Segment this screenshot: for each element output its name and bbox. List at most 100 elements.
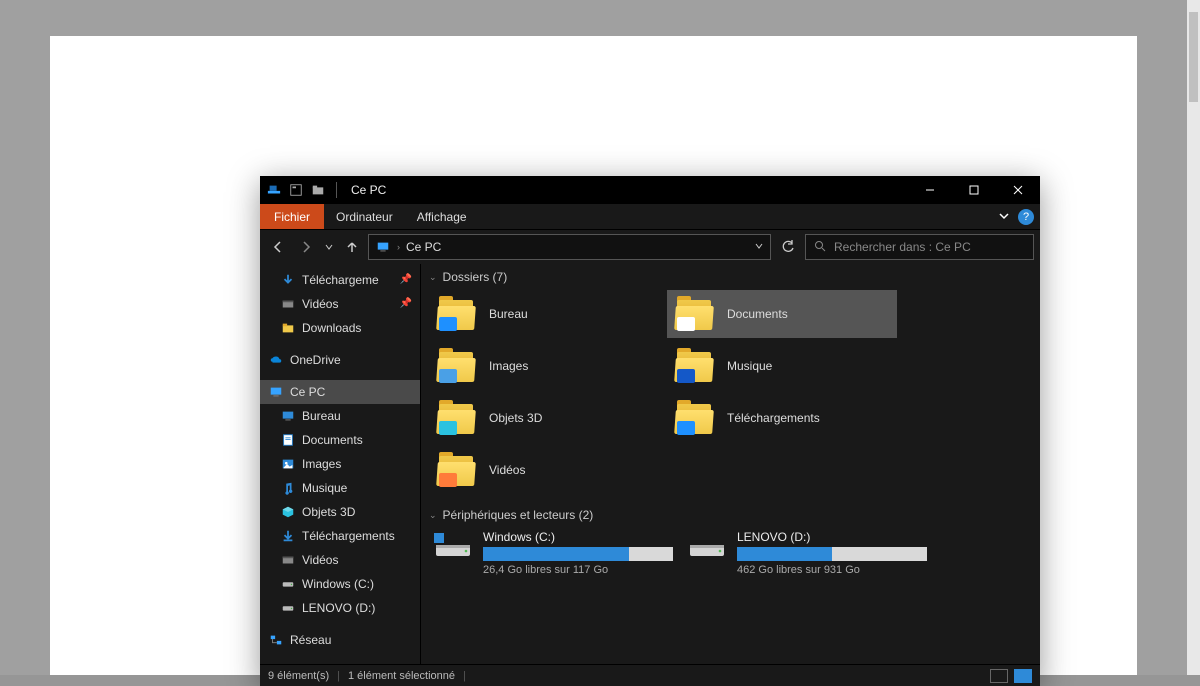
sidebar-item-downloads-quick[interactable]: Téléchargeme 📌 [260, 268, 420, 292]
separator [336, 182, 337, 198]
maximize-button[interactable] [952, 176, 996, 204]
onedrive-icon [268, 352, 284, 368]
ribbon-collapse-icon[interactable] [998, 210, 1010, 225]
pin-icon: 📌 [400, 271, 412, 289]
objects3d-icon [280, 504, 296, 520]
scrollbar-thumb[interactable] [1189, 12, 1198, 102]
file-explorer-window: Ce PC Fichier Ordinateur Affichage ? [260, 176, 1040, 686]
address-bar[interactable]: › Ce PC [368, 234, 771, 260]
qat-newfolder-icon[interactable] [310, 182, 326, 198]
sidebar-item[interactable]: LENOVO (D:) [260, 596, 420, 620]
folder-item[interactable]: Bureau [429, 290, 659, 338]
drive-usage-bar [737, 547, 927, 561]
pc-icon [375, 239, 391, 255]
folder-label: Objets 3D [489, 411, 542, 425]
ribbon-tab-view[interactable]: Affichage [405, 204, 479, 229]
sidebar-item-label: OneDrive [290, 351, 341, 369]
chevron-down-icon[interactable] [754, 240, 764, 254]
help-icon[interactable]: ? [1018, 209, 1034, 225]
title-bar[interactable]: Ce PC [260, 176, 1040, 204]
search-box[interactable]: Rechercher dans : Ce PC [805, 234, 1034, 260]
address-text: Ce PC [406, 240, 748, 254]
drive-name: LENOVO (D:) [737, 530, 927, 544]
outer-scrollbar[interactable] [1187, 0, 1200, 675]
sidebar-item[interactable]: Vidéos [260, 548, 420, 572]
navigation-pane[interactable]: Téléchargeme 📌 Vidéos 📌 Downloads [260, 264, 420, 664]
chevron-down-icon: ⌄ [429, 510, 437, 521]
sidebar-item[interactable]: Windows (C:) [260, 572, 420, 596]
drive-item[interactable]: LENOVO (D:)462 Go libres sur 931 Go [687, 530, 917, 576]
drive-name: Windows (C:) [483, 530, 673, 544]
sidebar-item[interactable]: Téléchargements [260, 524, 420, 548]
sidebar-item-network[interactable]: Réseau [260, 628, 420, 652]
folder-label: Documents [727, 307, 788, 321]
folder-icon [673, 294, 717, 334]
sidebar-item-label: Vidéos [302, 295, 338, 313]
group-header-label: Dossiers (7) [443, 270, 508, 284]
qat-properties-icon[interactable] [288, 182, 304, 198]
sidebar-item[interactable]: Documents [260, 428, 420, 452]
group-header-label: Périphériques et lecteurs (2) [443, 508, 594, 522]
close-button[interactable] [996, 176, 1040, 204]
documents-icon [280, 432, 296, 448]
sidebar-item-label: Bureau [302, 407, 341, 425]
network-icon [268, 632, 284, 648]
folder-icon [280, 320, 296, 336]
sidebar-item[interactable]: Bureau [260, 404, 420, 428]
download-icon [280, 272, 296, 288]
status-bar: 9 élément(s) | 1 élément sélectionné | [260, 664, 1040, 686]
drive-icon [280, 600, 296, 616]
sidebar-item-label: Documents [302, 431, 363, 449]
folder-item[interactable]: Vidéos [429, 446, 659, 494]
nav-up-button[interactable] [340, 233, 364, 261]
folder-item[interactable]: Musique [667, 342, 897, 390]
group-header-folders[interactable]: ⌄ Dossiers (7) [421, 264, 1040, 288]
folder-item[interactable]: Téléchargements [667, 394, 897, 442]
drive-icon [280, 576, 296, 592]
nav-forward-button[interactable] [294, 233, 318, 261]
ribbon-tab-file[interactable]: Fichier [260, 204, 324, 229]
group-header-drives[interactable]: ⌄ Périphériques et lecteurs (2) [421, 502, 1040, 526]
sidebar-item[interactable]: Images [260, 452, 420, 476]
sidebar-item-onedrive[interactable]: OneDrive [260, 348, 420, 372]
drive-free-text: 462 Go libres sur 931 Go [737, 564, 927, 576]
sidebar-item[interactable]: Musique [260, 476, 420, 500]
nav-history-button[interactable] [322, 233, 336, 261]
folder-icon [673, 398, 717, 438]
download-icon [280, 528, 296, 544]
folder-label: Images [489, 359, 528, 373]
sidebar-item-downloads-folder[interactable]: Downloads [260, 316, 420, 340]
drive-item[interactable]: Windows (C:)26,4 Go libres sur 117 Go [433, 530, 663, 576]
folder-label: Musique [727, 359, 772, 373]
view-details-button[interactable] [990, 669, 1008, 683]
refresh-button[interactable] [775, 234, 801, 260]
search-placeholder: Rechercher dans : Ce PC [834, 240, 971, 254]
folder-item[interactable]: Documents [667, 290, 897, 338]
paper-sheet: Ce PC Fichier Ordinateur Affichage ? [50, 36, 1137, 675]
ribbon-bar: Fichier Ordinateur Affichage ? [260, 204, 1040, 230]
nav-back-button[interactable] [266, 233, 290, 261]
folder-item[interactable]: Objets 3D [429, 394, 659, 442]
chevron-down-icon: ⌄ [429, 272, 437, 283]
sidebar-item[interactable]: Objets 3D [260, 500, 420, 524]
chevron-right-icon: › [397, 242, 400, 252]
view-tiles-button[interactable] [1014, 669, 1032, 683]
sidebar-item-thispc[interactable]: Ce PC [260, 380, 420, 404]
folder-item[interactable]: Images [429, 342, 659, 390]
minimize-button[interactable] [908, 176, 952, 204]
pin-icon: 📌 [400, 295, 412, 313]
ribbon-tab-computer[interactable]: Ordinateur [324, 204, 405, 229]
drive-usage-bar [483, 547, 673, 561]
sidebar-item-label: LENOVO (D:) [302, 599, 375, 617]
folder-icon [673, 346, 717, 386]
explorer-app-icon [266, 182, 282, 198]
sidebar-item-videos-quick[interactable]: Vidéos 📌 [260, 292, 420, 316]
content-pane[interactable]: ⌄ Dossiers (7) Bureau Documents Images Musi… [420, 264, 1040, 664]
sidebar-item-label: Téléchargements [302, 527, 395, 545]
drive-icon [687, 530, 727, 562]
navigation-bar: › Ce PC Rechercher dans : Ce PC [260, 230, 1040, 264]
status-count: 9 élément(s) [268, 670, 329, 682]
desktop-icon [280, 408, 296, 424]
drive-free-text: 26,4 Go libres sur 117 Go [483, 564, 673, 576]
folder-icon [435, 398, 479, 438]
